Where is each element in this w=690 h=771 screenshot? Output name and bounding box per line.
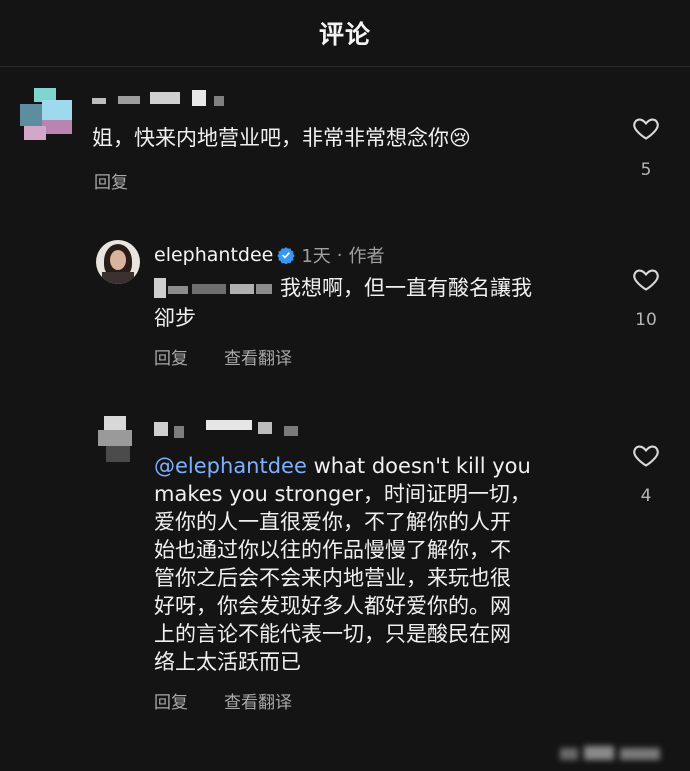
comments-header: 评论	[0, 0, 690, 67]
watermark	[560, 742, 680, 764]
reply-button[interactable]: 回复	[94, 168, 128, 193]
heart-icon[interactable]	[631, 114, 661, 142]
mention-link[interactable]: @elephantdee	[154, 454, 307, 478]
see-translation-button[interactable]: 查看翻译	[224, 344, 292, 369]
timestamp: 1天	[301, 246, 331, 267]
avatar[interactable]	[96, 416, 140, 464]
reply-button[interactable]: 回复	[154, 344, 188, 369]
page-title: 评论	[318, 20, 371, 49]
comment-text: 我想啊，但一直有酸名讓我	[280, 276, 532, 300]
mention-redacted[interactable]	[154, 276, 272, 298]
comment-text: 姐，快来内地营业吧，非常非常想念你😢	[92, 126, 471, 150]
see-translation-button[interactable]: 查看翻译	[224, 688, 292, 713]
comment-meta: elephantdee 1天 · 作者	[154, 242, 385, 268]
avatar[interactable]	[96, 240, 140, 284]
separator-dot: ·	[336, 244, 343, 266]
avatar[interactable]	[20, 88, 76, 144]
like-count: 5	[640, 160, 652, 180]
reply-button[interactable]: 回复	[154, 688, 188, 713]
heart-icon[interactable]	[631, 265, 661, 293]
username[interactable]: elephantdee	[154, 244, 273, 266]
heart-icon[interactable]	[631, 441, 661, 469]
verified-badge-icon	[277, 247, 296, 264]
username-redacted[interactable]	[154, 418, 314, 440]
like-count: 4	[640, 486, 652, 506]
crying-emoji-icon: 😢	[449, 126, 471, 150]
like-count: 10	[635, 310, 657, 330]
author-tag: 作者	[348, 246, 385, 267]
username-redacted[interactable]	[92, 90, 232, 110]
comment-text-line2: 卻步	[154, 306, 196, 330]
comment-text: @elephantdee what doesn't kill you makes…	[154, 454, 531, 674]
